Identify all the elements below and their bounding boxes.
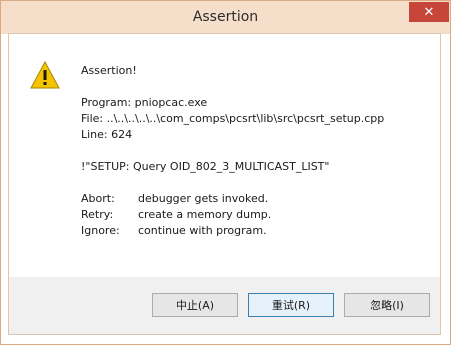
option-key: Ignore: bbox=[81, 224, 120, 237]
option-ignore: Ignore: continue with program. bbox=[81, 223, 436, 239]
warning-icon bbox=[30, 61, 60, 89]
abort-button[interactable]: 中止(A) bbox=[152, 293, 238, 317]
close-button[interactable]: ✕ bbox=[409, 2, 449, 22]
title-bar[interactable]: Assertion ✕ bbox=[1, 1, 450, 34]
close-icon: ✕ bbox=[423, 4, 435, 20]
option-desc: create a memory dump. bbox=[138, 208, 272, 221]
option-abort: Abort: debugger gets invoked. bbox=[81, 191, 436, 207]
program-line: Program: pniopcac.exe bbox=[81, 96, 208, 109]
option-key: Retry: bbox=[81, 208, 114, 221]
option-desc: continue with program. bbox=[138, 224, 267, 237]
assert-expression: !"SETUP: Query OID_802_3_MULTICAST_LIST" bbox=[81, 160, 330, 173]
line-number: Line: 624 bbox=[81, 128, 133, 141]
message-text: Assertion! Program: pniopcac.exe File: .… bbox=[81, 63, 436, 239]
message-heading: Assertion! bbox=[81, 64, 137, 77]
option-retry: Retry: create a memory dump. bbox=[81, 207, 436, 223]
retry-button[interactable]: 重试(R) bbox=[248, 293, 334, 317]
ignore-button[interactable]: 忽略(I) bbox=[344, 293, 430, 317]
option-desc: debugger gets invoked. bbox=[138, 192, 269, 205]
option-key: Abort: bbox=[81, 192, 115, 205]
file-line: File: ..\..\..\..\..\com_comps\pcsrt\lib… bbox=[81, 112, 385, 125]
window-title: Assertion bbox=[192, 9, 259, 25]
